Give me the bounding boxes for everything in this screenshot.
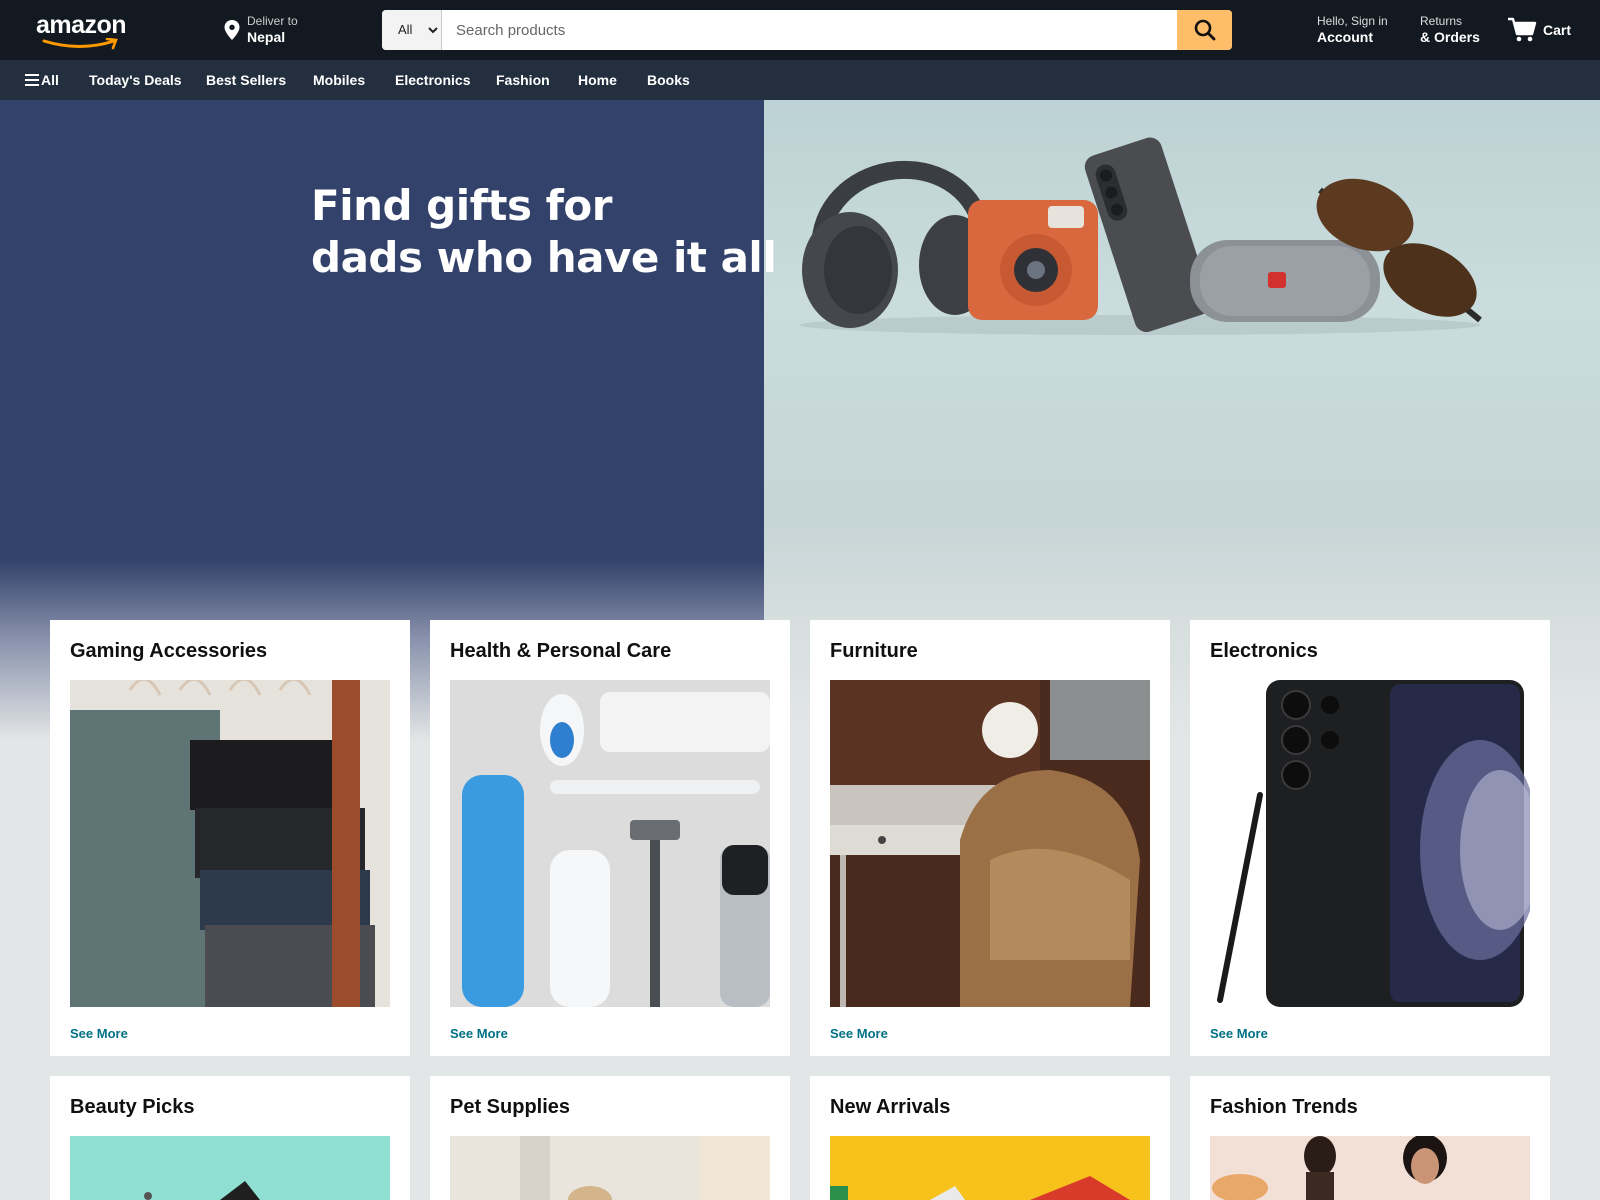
hero-title-line2: dads who have it all <box>311 233 777 282</box>
account-label: Account <box>1317 29 1373 45</box>
search-bar: All <box>382 10 1232 50</box>
see-more-link[interactable]: See More <box>830 1026 888 1041</box>
search-button[interactable] <box>1177 10 1232 50</box>
orders-label: & Orders <box>1420 29 1480 45</box>
card-title: Furniture <box>830 640 918 662</box>
hamburger-menu-icon <box>25 74 39 87</box>
search-category-value: All <box>398 22 413 37</box>
category-card-new-arrivals[interactable]: New Arrivals <box>810 1076 1170 1200</box>
speaker-icon <box>1190 240 1380 322</box>
search-input[interactable] <box>442 10 1174 50</box>
category-card-health[interactable]: Health & Personal Care See More <box>430 620 790 1056</box>
nav-item-todays-deals[interactable]: Today's Deals <box>89 60 182 100</box>
hero-products-illustration <box>800 137 1482 335</box>
smile-arrow-icon <box>42 38 118 50</box>
category-card-furniture[interactable]: Furniture See More <box>810 620 1170 1056</box>
search-icon <box>1194 19 1215 41</box>
top-header: amazon Deliver to Nepal All Hello <box>0 0 1600 60</box>
account-greeting: Hello, Sign in <box>1317 14 1388 28</box>
hero-title[interactable]: Find gifts for dads who have it all <box>311 180 777 284</box>
card-title: Beauty Picks <box>70 1096 195 1118</box>
card-title: Pet Supplies <box>450 1096 571 1118</box>
nav-item-books[interactable]: Books <box>647 60 690 100</box>
card-title: New Arrivals <box>830 1096 951 1118</box>
category-nav: All Today's Deals Best Sellers Mobiles E… <box>0 60 1600 100</box>
amazon-logo[interactable]: amazon <box>36 10 128 50</box>
card-image-beauty[interactable] <box>70 1136 390 1200</box>
card-title: Electronics <box>1210 640 1318 662</box>
nav-item-fashion[interactable]: Fashion <box>496 60 550 100</box>
cart-icon <box>1508 17 1537 42</box>
headphones-icon <box>802 160 991 328</box>
instant-camera-icon <box>968 200 1098 320</box>
category-card-beauty[interactable]: Beauty Picks <box>50 1076 410 1200</box>
see-more-link[interactable]: See More <box>70 1026 128 1041</box>
cart-button[interactable]: Cart <box>1507 15 1577 45</box>
returns-orders-link[interactable]: Returns & Orders <box>1420 14 1480 46</box>
card-image-pets[interactable] <box>450 1136 770 1200</box>
returns-label: Returns <box>1420 14 1463 28</box>
account-menu[interactable]: Hello, Sign in Account <box>1317 14 1388 46</box>
card-image-gaming[interactable] <box>70 680 390 1007</box>
deliver-label: Deliver to <box>247 14 298 28</box>
card-image-health[interactable] <box>450 680 770 1007</box>
category-card-pet-supplies[interactable]: Pet Supplies <box>430 1076 790 1200</box>
category-card-gaming[interactable]: Gaming Accessories See More <box>50 620 410 1056</box>
chevron-down-icon <box>428 27 438 34</box>
see-more-link[interactable]: See More <box>450 1026 508 1041</box>
cart-label: Cart <box>1543 22 1572 38</box>
nav-item-label: All <box>41 72 59 88</box>
see-more-link[interactable]: See More <box>1210 1026 1268 1041</box>
card-image-fashion[interactable] <box>1210 1136 1530 1200</box>
deliver-location: Nepal <box>247 29 286 45</box>
nav-item-best-sellers[interactable]: Best Sellers <box>206 60 286 100</box>
location-pin-icon <box>224 20 240 40</box>
category-card-fashion-trends[interactable]: Fashion Trends <box>1190 1076 1550 1200</box>
card-image-new-arrivals[interactable] <box>830 1136 1150 1200</box>
hero-title-line1: Find gifts for <box>311 181 612 230</box>
smartphone-icon <box>1084 137 1212 332</box>
nav-item-electronics[interactable]: Electronics <box>395 60 470 100</box>
card-image-electronics[interactable] <box>1210 680 1530 1007</box>
nav-item-mobiles[interactable]: Mobiles <box>313 60 365 100</box>
category-card-electronics[interactable]: Electronics See More <box>1190 620 1550 1056</box>
card-title: Health & Personal Care <box>450 640 672 662</box>
nav-item-home[interactable]: Home <box>578 60 617 100</box>
nav-item-all[interactable]: All <box>25 60 59 100</box>
logo-text: amazon <box>36 11 127 39</box>
card-title: Gaming Accessories <box>70 640 268 662</box>
card-image-furniture[interactable] <box>830 680 1150 1007</box>
search-category-select[interactable]: All <box>382 10 442 50</box>
card-title: Fashion Trends <box>1210 1096 1358 1118</box>
